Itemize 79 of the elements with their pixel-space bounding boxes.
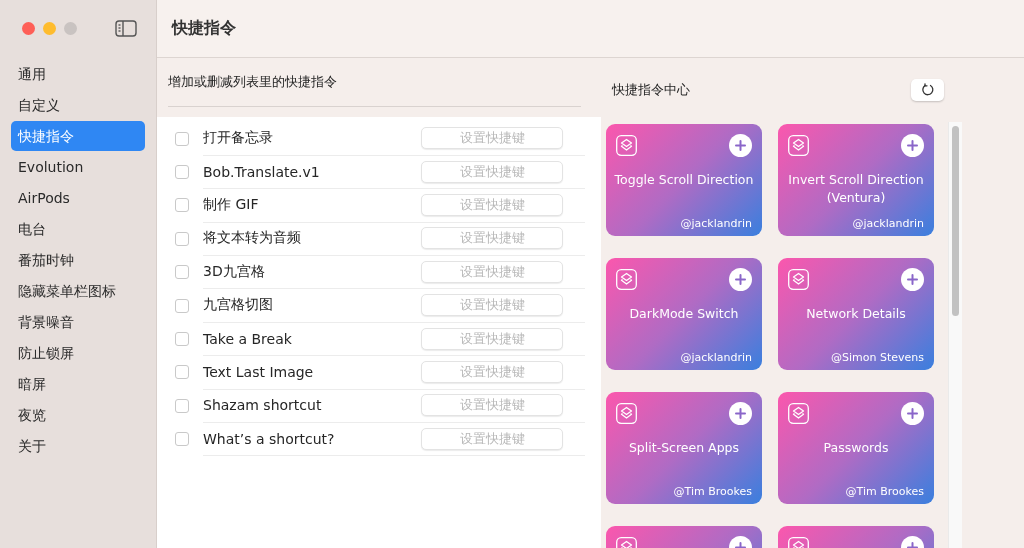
card-author: @Tim Brookes [845, 485, 924, 498]
plus-icon [907, 140, 918, 151]
shortcut-name: Take a Break [203, 330, 293, 347]
card-author: @jacklandrin [680, 351, 752, 364]
shortcut-card[interactable]: Toggle Scroll Direction @jacklandrin [606, 124, 762, 236]
refresh-icon [920, 83, 935, 97]
add-button[interactable] [901, 402, 924, 425]
sidebar-item[interactable]: Evolution [11, 152, 145, 182]
shortcut-name: 九宫格切图 [203, 296, 274, 315]
shortcut-name: Text Last Image [203, 363, 315, 380]
card-title: Split-Screen Apps [628, 439, 740, 457]
card-author: @jacklandrin [852, 217, 924, 230]
layers-icon [616, 403, 637, 424]
shortcut-card[interactable]: DarkMode Switch @jacklandrin [606, 258, 762, 370]
plus-icon [907, 408, 918, 419]
shortcut-card[interactable]: Split-Screen Apps @Tim Brookes [606, 392, 762, 504]
card-title: Toggle Scroll Direction [614, 171, 754, 189]
shortcut-name: 打开备忘录 [203, 129, 274, 148]
checkbox[interactable] [175, 165, 189, 180]
checkbox[interactable] [175, 131, 189, 146]
shortcut-card[interactable]: Passwords @Tim Brookes [778, 392, 934, 504]
add-button[interactable] [729, 134, 752, 157]
add-button[interactable] [729, 268, 752, 291]
shortcut-name: Shazam shortcut [203, 397, 323, 414]
shortcut-name: 制作 GIF [203, 195, 260, 214]
shortcut-name: What’s a shortcut? [203, 430, 336, 447]
checkbox[interactable] [175, 365, 189, 380]
layers-icon [616, 269, 637, 290]
list-heading: 增加或删减列表里的快捷指令 [168, 73, 337, 91]
sidebar-item[interactable]: 夜览 [11, 400, 145, 430]
sidebar-item[interactable]: 电台 [11, 214, 145, 244]
shortcut-card[interactable]: Invert Scroll Direction (Ventura) @jacklandrin [778, 124, 934, 236]
shortcut-name: Bob.Translate.v1 [203, 163, 321, 180]
plus-icon [907, 274, 918, 285]
card-title: Invert Scroll Direction (Ventura) [787, 171, 925, 207]
sidebar-item[interactable]: 暗屏 [11, 369, 145, 399]
card-title: Network Details [806, 305, 906, 323]
layers-icon [788, 269, 809, 290]
checkbox[interactable] [175, 231, 189, 246]
card-author: @jacklandrin [680, 217, 752, 230]
sidebar-item[interactable]: 关于 [11, 431, 145, 461]
refresh-button[interactable] [911, 79, 944, 101]
checkbox[interactable] [175, 332, 189, 347]
window-title: 快捷指令 [172, 18, 236, 39]
card-author: @Simon Stevens [831, 351, 924, 364]
sidebar-item[interactable]: 隐藏菜单栏图标 [11, 276, 145, 306]
add-button[interactable] [901, 134, 924, 157]
sidebar-toggle-icon[interactable] [115, 19, 137, 37]
gallery-heading: 快捷指令中心 [612, 81, 690, 99]
card-title: Passwords [823, 439, 889, 457]
shortcut-name: 3D九宫格 [203, 262, 266, 281]
add-button[interactable] [901, 268, 924, 291]
layers-icon [788, 403, 809, 424]
sidebar-item[interactable]: 快捷指令 [11, 121, 145, 151]
card-title: DarkMode Switch [629, 305, 739, 323]
checkbox[interactable] [175, 198, 189, 213]
checkbox[interactable] [175, 432, 189, 447]
shortcut-card[interactable]: Network Details @Simon Stevens [778, 258, 934, 370]
window-close-button[interactable] [22, 21, 35, 35]
layers-icon [788, 135, 809, 156]
sidebar-item[interactable]: 通用 [11, 59, 145, 89]
sidebar-item[interactable]: 自定义 [11, 90, 145, 120]
scrollbar[interactable] [948, 122, 962, 548]
checkbox[interactable] [175, 398, 189, 413]
sidebar-item[interactable]: 背景噪音 [11, 307, 145, 337]
card-author: @Tim Brookes [673, 485, 752, 498]
add-button[interactable] [729, 402, 752, 425]
scroll-thumb[interactable] [952, 126, 959, 316]
window-minimize-button[interactable] [43, 21, 56, 35]
checkbox[interactable] [175, 265, 189, 280]
plus-icon [735, 140, 746, 151]
shortcut-name: 将文本转为音频 [203, 229, 302, 248]
sidebar-item[interactable]: AirPods [11, 183, 145, 213]
plus-icon [735, 274, 746, 285]
plus-icon [735, 408, 746, 419]
checkbox[interactable] [175, 298, 189, 313]
sidebar-item[interactable]: 防止锁屏 [11, 338, 145, 368]
sidebar-item[interactable]: 番茄时钟 [11, 245, 145, 275]
layers-icon [616, 135, 637, 156]
